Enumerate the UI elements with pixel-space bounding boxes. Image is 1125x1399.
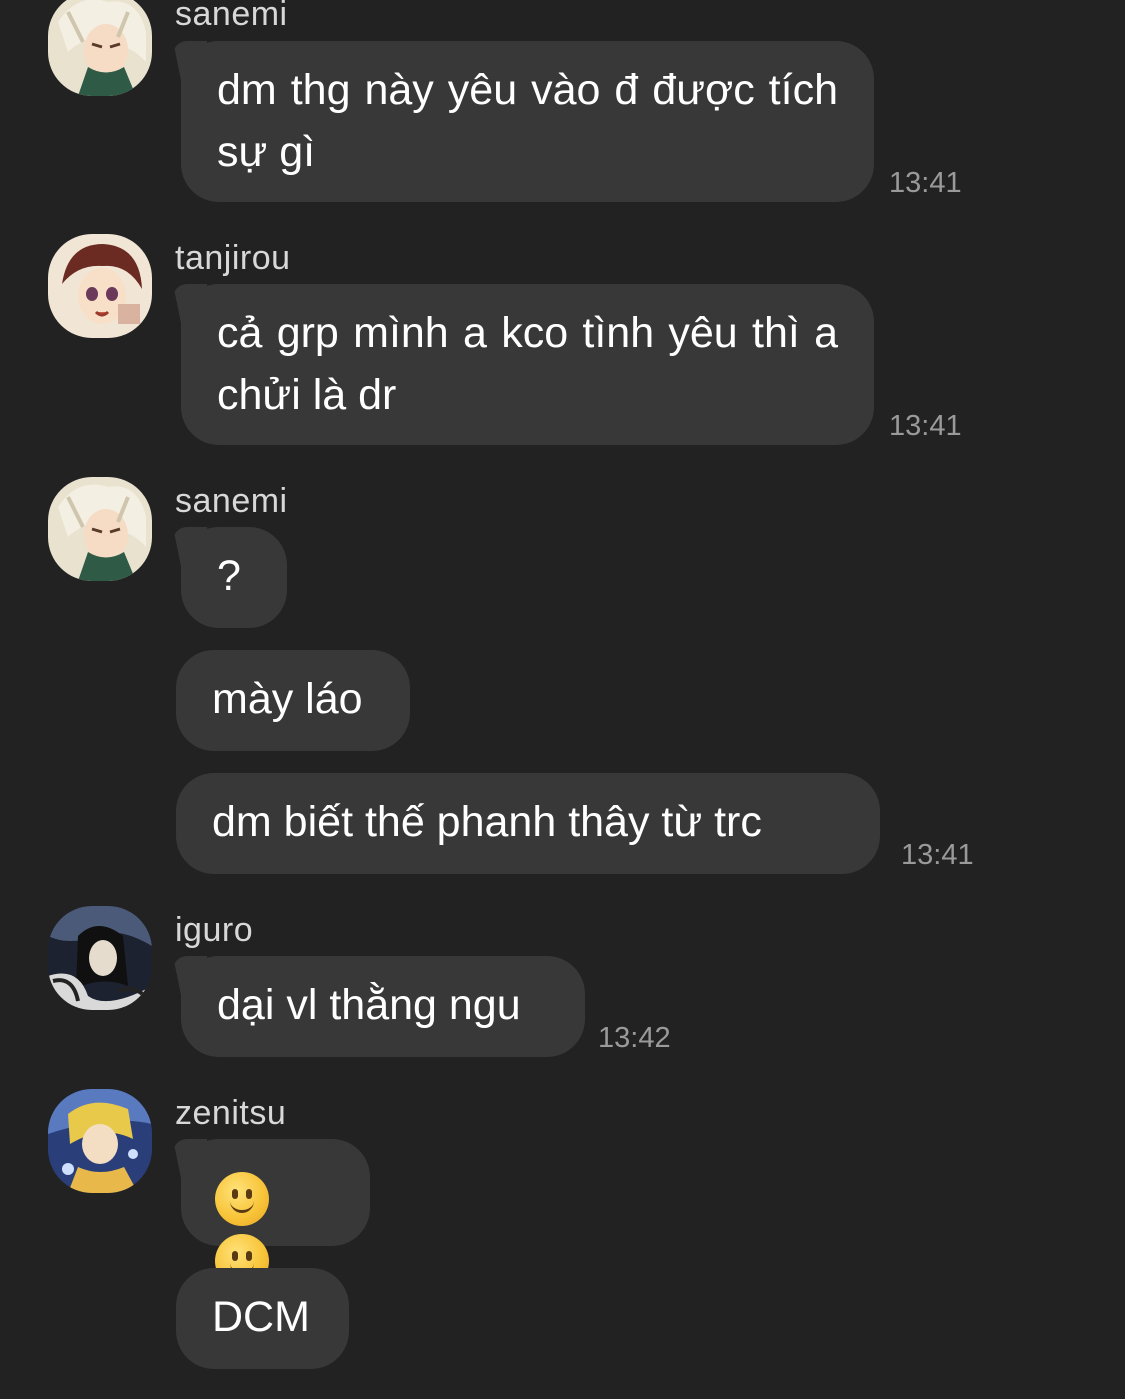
message-timestamp: 13:42 <box>598 1022 671 1054</box>
message-timestamp: 13:41 <box>889 167 962 199</box>
message-bubble[interactable]: ? <box>181 527 287 628</box>
sender-name: sanemi <box>175 482 288 520</box>
message-text: cả grp mình a kco tình yêu thì a chửi là… <box>217 309 838 419</box>
message-bubble[interactable]: dm thg này yêu vào đ được tích sự gì <box>181 41 874 202</box>
message-bubble[interactable]: dại vl thằng ngu <box>181 956 585 1057</box>
message-text: mày láo <box>212 675 363 723</box>
message-bubble[interactable] <box>181 1139 370 1288</box>
message-bubble[interactable]: DCM <box>176 1268 349 1369</box>
iguro-avatar[interactable] <box>48 906 152 1010</box>
sender-name: zenitsu <box>175 1094 287 1132</box>
sender-name: tanjirou <box>175 239 291 277</box>
message-timestamp: 13:41 <box>889 410 962 442</box>
slightly-smiling-face-icon <box>215 1171 269 1226</box>
sanemi-avatar[interactable] <box>48 0 152 96</box>
message-bubble[interactable]: dm biết thế phanh thây từ trc <box>176 773 880 874</box>
sanemi-avatar[interactable] <box>48 477 152 581</box>
message-text: dm thg này yêu vào đ được tích sự gì <box>217 66 838 176</box>
message-text: ? <box>217 552 241 600</box>
tanjirou-avatar[interactable] <box>48 234 152 338</box>
sender-name: sanemi <box>175 0 288 33</box>
message-timestamp: 13:41 <box>901 839 974 871</box>
zenitsu-avatar[interactable] <box>48 1089 152 1193</box>
message-bubble[interactable]: cả grp mình a kco tình yêu thì a chửi là… <box>181 284 874 445</box>
sender-name: iguro <box>175 911 254 949</box>
message-bubble[interactable]: mày láo <box>176 650 410 751</box>
message-text: dại vl thằng ngu <box>217 981 521 1029</box>
message-text: dm biết thế phanh thây từ trc <box>212 798 762 846</box>
message-text: DCM <box>212 1293 310 1341</box>
